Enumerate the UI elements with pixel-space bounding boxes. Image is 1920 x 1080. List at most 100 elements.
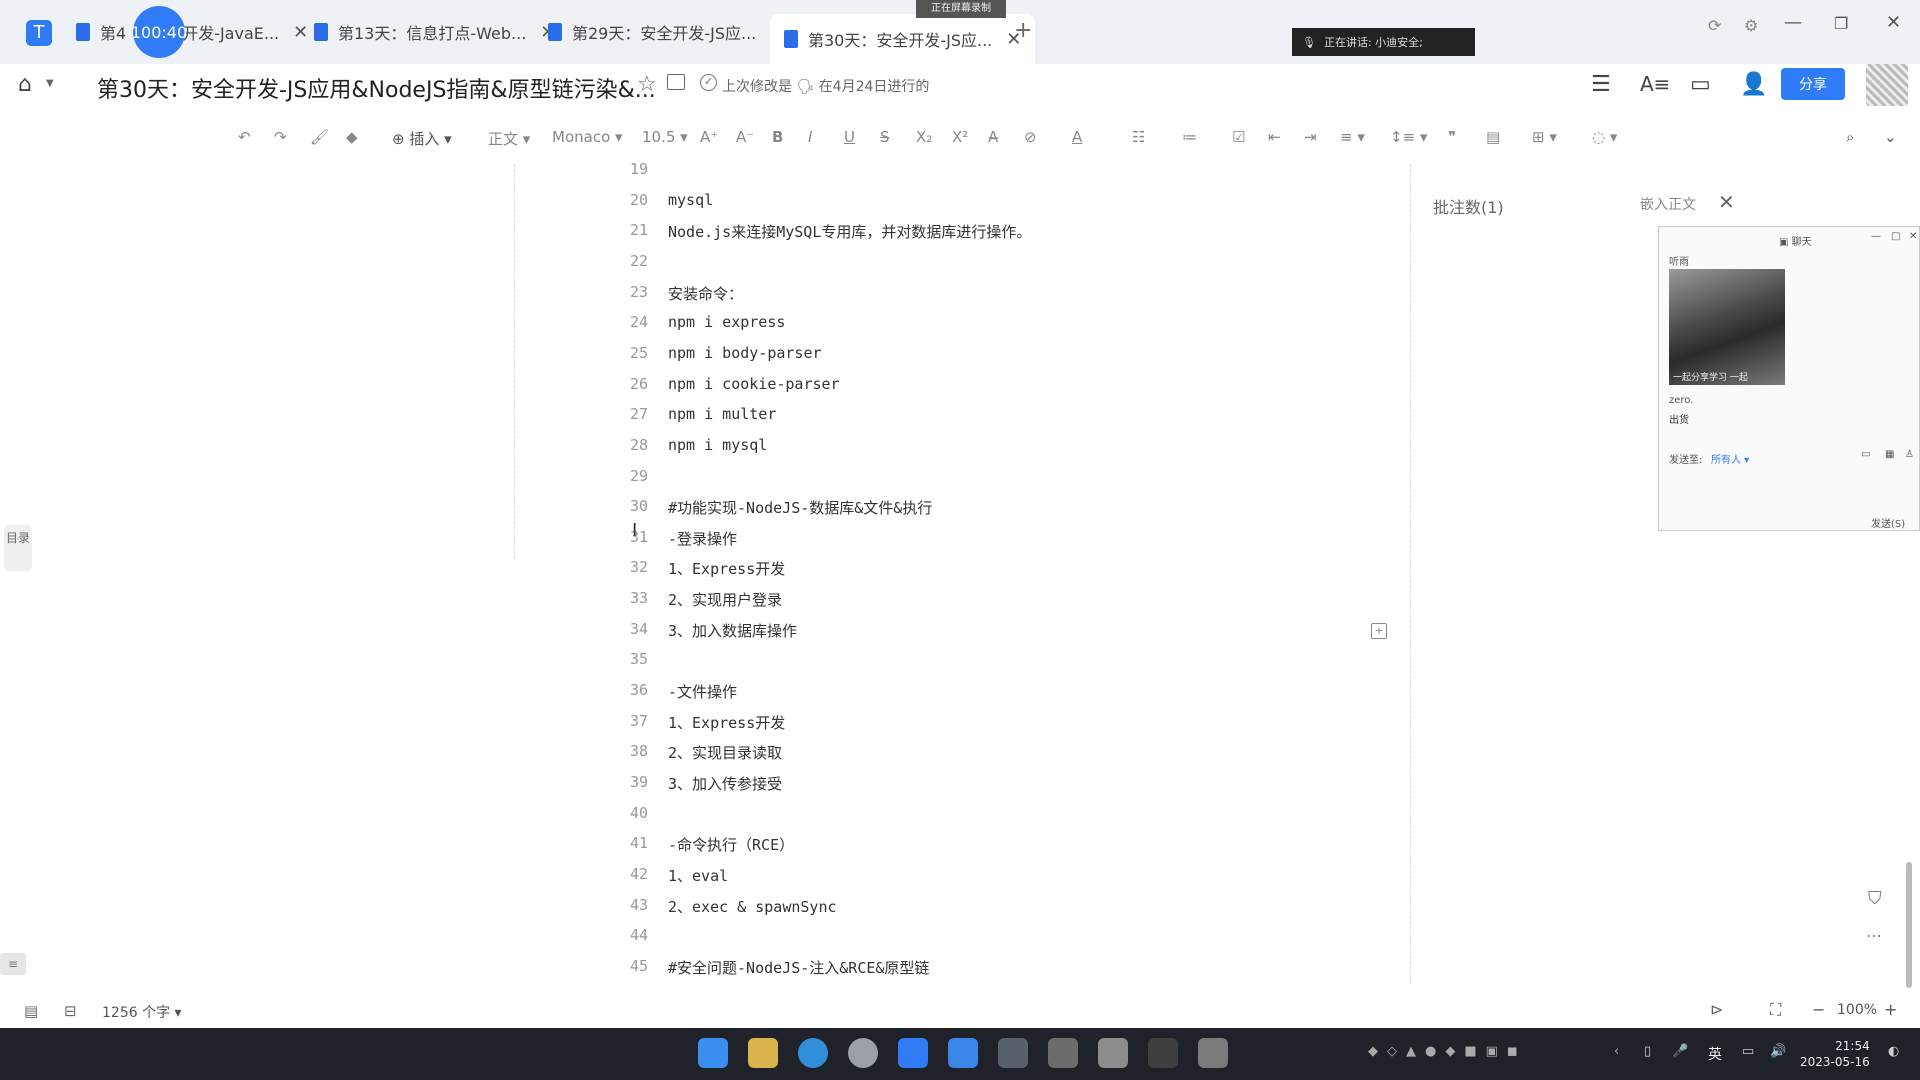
screenshot-icon[interactable]: ▦ [1885,449,1894,460]
send-to-select[interactable]: 所有人 ▾ [1711,451,1749,466]
avatar[interactable] [1866,64,1908,106]
tab-doc-30[interactable]: 第30天：安全开发-JS应... ✕ [770,14,1036,64]
toc-toggle[interactable]: 目录 [4,525,32,571]
close-window-button[interactable]: ✕ [1886,12,1901,33]
input-language[interactable]: 英 [1708,1044,1722,1064]
code-line[interactable]: 31 -登录操作 [0,528,800,558]
code-line[interactable]: 41 -命令执行（RCE） [0,834,800,864]
code-line[interactable]: 28 npm i mysql [0,436,800,466]
text-effect-icon[interactable]: A̶ [988,128,998,146]
checklist-icon[interactable]: ☑ [1232,128,1245,146]
tray-expand-icon[interactable]: ‹ [1614,1044,1619,1059]
quote-icon[interactable]: ❞ [1448,128,1456,146]
insert-button[interactable]: ⊕ 插入 ▾ [392,128,452,149]
send-button[interactable]: 发送(S) [1871,515,1905,530]
cmd-app-icon[interactable] [1148,1038,1178,1068]
system-clock[interactable]: 21:54 2023-05-16 [1800,1038,1870,1070]
play-icon[interactable]: ⊳ [1710,1000,1723,1019]
folder-icon[interactable]: ▭ [1861,449,1870,460]
more-tools-icon[interactable]: ◌ ▾ [1592,128,1617,146]
page-title[interactable]: 第30天：安全开发-JS应用&NodeJS指南&原型链污染&... [97,72,656,104]
start-menu-icon[interactable] [698,1038,728,1068]
folder-move-icon[interactable] [667,74,685,90]
fullscreen-icon[interactable]: ⛶ [1770,1000,1781,1020]
zoom-out-button[interactable]: − [1812,1000,1825,1019]
page-view-icon[interactable]: ⊟ [64,1002,77,1020]
home-icon[interactable]: ⌂ [18,72,32,97]
underline-icon[interactable]: U [844,128,855,146]
minimize-button[interactable]: — [1871,231,1881,242]
settings-icon[interactable]: ⚙ [1744,16,1758,35]
shared-image[interactable]: 一起分享学习 一起 [1669,269,1785,385]
chat-window[interactable]: ▣ 聊天 — □ ✕ 听雨 一起分享学习 一起 zero. 出货 发送至: 所有… [1658,226,1920,531]
code-line[interactable]: 39 3、加入传参接受 [0,773,800,803]
font-size-select[interactable]: 10.5 ▾ [642,128,688,146]
terminal-app-icon[interactable] [998,1038,1028,1068]
close-icon[interactable]: ✕ [1718,190,1735,214]
user-icon[interactable]: ♙ [1905,449,1914,460]
code-line[interactable]: 36 -文件操作 [0,681,800,711]
code-line[interactable]: 43 2、exec & spawnSync [0,896,837,926]
notification-icon[interactable]: ◐ [1888,1044,1899,1059]
maximize-button[interactable]: □ [1891,231,1900,242]
edge-browser-icon[interactable] [798,1038,828,1068]
code-line[interactable]: 37 1、Express开发 [0,712,800,742]
star-icon[interactable]: ☆ [637,72,657,97]
add-comment-icon[interactable]: + [1371,623,1387,639]
code-line[interactable]: 34 3、加入数据库操作 [0,620,800,650]
align-icon[interactable]: ≡ ▾ [1340,128,1365,146]
volume-icon[interactable]: 🔊 [1770,1044,1786,1059]
code-line[interactable]: 32 1、Express开发 [0,558,800,588]
chevron-down-icon[interactable]: ⌄ [1884,128,1897,146]
share-button[interactable]: 分享 [1781,68,1845,100]
strikethrough-icon[interactable]: S [880,128,890,146]
undo-icon[interactable]: ↶ [238,128,251,146]
tab-doc-29[interactable]: 第29天：安全开发-JS应... ✕ [548,14,785,50]
table-icon[interactable]: ⊞ ▾ [1532,128,1557,146]
code-line[interactable]: 33 2、实现用户登录 [0,589,800,619]
code-line[interactable]: 38 2、实现目录读取 [0,742,800,772]
code-line[interactable]: 20 mysql [0,191,800,221]
shirt-icon[interactable]: ⛉ [1868,888,1882,909]
refresh-icon[interactable]: ⟳ [1708,16,1721,35]
redo-icon[interactable]: ↷ [274,128,287,146]
indent-icon[interactable]: ⇥ [1304,128,1317,146]
minimize-button[interactable]: — [1784,12,1802,33]
code-line[interactable]: 26 npm i cookie-parser [0,375,840,405]
more-icon[interactable]: ⋯ [1866,926,1882,945]
font-family-select[interactable]: Monaco ▾ [552,128,623,146]
divider-icon[interactable]: ▤ [1486,128,1500,146]
chrome-browser-icon[interactable] [848,1038,878,1068]
close-icon[interactable]: ✕ [293,22,308,43]
code-line[interactable]: 30 #功能实现-NodeJS-数据库&文件&执行 [0,497,932,527]
code-line[interactable]: 45 #安全问题-NodeJS-注入&RCE&原型链 [0,957,930,987]
code-line[interactable]: 40 [0,804,800,834]
text-format-icon[interactable]: A≡ [1640,72,1670,96]
new-tab-button[interactable]: + [1014,18,1032,43]
docs-app-icon[interactable] [898,1038,928,1068]
font-decrease-icon[interactable]: A⁻ [736,128,754,146]
sidebar-collapse-icon[interactable]: ≡ [0,953,26,975]
format-painter-icon[interactable]: 🖌 [310,128,329,146]
bullet-list-icon[interactable]: ☷ [1132,128,1145,146]
italic-icon[interactable]: I [808,128,812,146]
present-icon[interactable]: ▭ [1690,72,1711,97]
font-color-icon[interactable]: A [1072,128,1082,146]
numbered-list-icon[interactable]: ≔ [1182,128,1197,146]
tab-doc-4[interactable]: 第4 开发-JavaE... ✕ [76,14,308,50]
highlight-icon[interactable]: ⊘ [1024,128,1037,146]
zoom-in-button[interactable]: + [1884,1000,1897,1019]
code-line[interactable]: 21 Node.js来连接MySQL专用库，并对数据库进行操作。 [0,221,1031,251]
zoom-level[interactable]: 100% [1837,1002,1877,1018]
code-line[interactable]: 25 npm i body-parser [0,344,822,374]
code-line[interactable]: 24 npm i express [0,313,800,343]
tools-app-icon[interactable] [1198,1038,1228,1068]
network-icon[interactable]: ▭ [1742,1044,1754,1059]
code-line[interactable]: 29 [0,467,800,497]
code-line[interactable]: 22 [0,252,800,282]
close-icon[interactable]: ✕ [1909,231,1917,242]
image-app-icon[interactable] [1098,1038,1128,1068]
code-line[interactable]: 35 [0,650,800,680]
tray-icons[interactable]: ◆◇▲●◆■▣◼ [1368,1044,1527,1059]
collaborator-icon[interactable]: 👤 [1740,72,1767,97]
